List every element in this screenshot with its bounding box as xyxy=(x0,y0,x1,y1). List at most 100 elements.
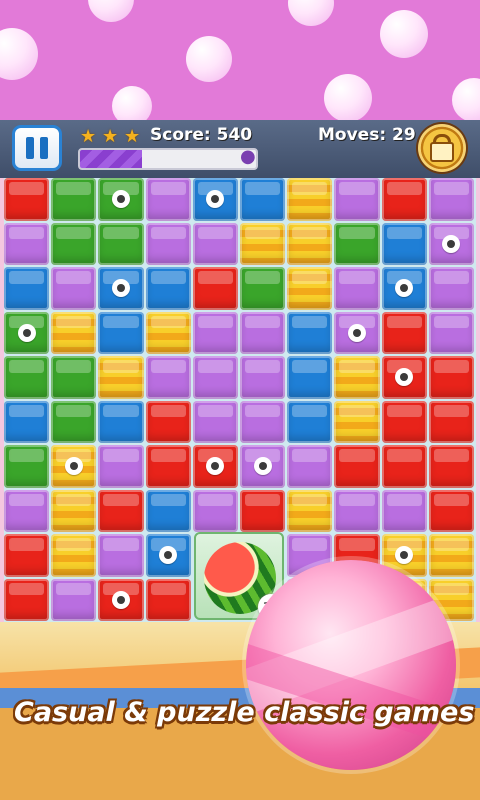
candy-tile[interactable] xyxy=(381,489,427,532)
pause-icon xyxy=(26,137,34,159)
candy-tile[interactable] xyxy=(51,356,97,399)
candy-tile[interactable] xyxy=(51,267,97,310)
candy-tile[interactable] xyxy=(428,489,474,532)
candy-tile[interactable] xyxy=(428,267,474,310)
candy-tile[interactable] xyxy=(145,178,191,221)
candy-tile[interactable] xyxy=(334,178,380,221)
candy-tile[interactable] xyxy=(4,178,50,221)
candy-tile[interactable] xyxy=(4,267,50,310)
candy-tile[interactable] xyxy=(240,445,286,488)
candy-tile[interactable] xyxy=(145,445,191,488)
candy-tile[interactable] xyxy=(428,445,474,488)
candy-tile[interactable] xyxy=(240,400,286,443)
candy-tile[interactable] xyxy=(287,267,333,310)
candy-tile[interactable] xyxy=(381,178,427,221)
candy-tile[interactable] xyxy=(381,400,427,443)
candy-tile[interactable] xyxy=(334,222,380,265)
candy-tile[interactable] xyxy=(4,489,50,532)
candy-tile[interactable] xyxy=(98,356,144,399)
candy-tile[interactable] xyxy=(428,222,474,265)
candy-tile[interactable] xyxy=(287,489,333,532)
candy-tile[interactable] xyxy=(98,578,144,621)
candy-tile[interactable] xyxy=(287,311,333,354)
candy-tile[interactable] xyxy=(381,222,427,265)
candy-eye-icon xyxy=(111,590,130,609)
candy-tile[interactable] xyxy=(240,311,286,354)
candy-tile[interactable] xyxy=(381,267,427,310)
candy-tile[interactable] xyxy=(192,356,238,399)
candy-tile[interactable] xyxy=(334,400,380,443)
candy-tile[interactable] xyxy=(145,356,191,399)
candy-tile[interactable] xyxy=(4,356,50,399)
candy-tile[interactable] xyxy=(192,178,238,221)
candy-tile[interactable] xyxy=(240,222,286,265)
lock-button[interactable] xyxy=(418,124,466,172)
candy-tile[interactable] xyxy=(51,445,97,488)
candy-tile[interactable] xyxy=(4,445,50,488)
candy-tile[interactable] xyxy=(145,267,191,310)
candy-eye-icon xyxy=(442,234,461,253)
candy-tile[interactable] xyxy=(192,222,238,265)
candy-tile[interactable] xyxy=(334,267,380,310)
candy-tile[interactable] xyxy=(428,400,474,443)
candy-tile[interactable] xyxy=(51,178,97,221)
bubble-decoration xyxy=(186,36,232,82)
candy-tile[interactable] xyxy=(145,222,191,265)
candy-tile[interactable] xyxy=(98,400,144,443)
candy-eye-icon xyxy=(395,368,414,387)
candy-tile[interactable] xyxy=(428,534,474,577)
candy-tile[interactable] xyxy=(287,178,333,221)
candy-tile[interactable] xyxy=(428,178,474,221)
star-icon: ★ xyxy=(102,126,119,147)
candy-tile[interactable] xyxy=(145,400,191,443)
candy-eye-icon xyxy=(111,190,130,209)
candy-tile[interactable] xyxy=(240,489,286,532)
candy-tile[interactable] xyxy=(51,578,97,621)
candy-tile[interactable] xyxy=(4,222,50,265)
candy-tile[interactable] xyxy=(428,356,474,399)
candy-tile[interactable] xyxy=(334,489,380,532)
candy-tile[interactable] xyxy=(192,267,238,310)
candy-tile[interactable] xyxy=(4,311,50,354)
candy-tile[interactable] xyxy=(334,356,380,399)
candy-tile[interactable] xyxy=(240,267,286,310)
candy-tile[interactable] xyxy=(145,489,191,532)
candy-tile[interactable] xyxy=(240,178,286,221)
candy-tile[interactable] xyxy=(145,311,191,354)
candy-tile[interactable] xyxy=(98,267,144,310)
candy-tile[interactable] xyxy=(192,400,238,443)
candy-tile[interactable] xyxy=(192,445,238,488)
candy-eye-icon xyxy=(17,323,36,342)
candy-tile[interactable] xyxy=(98,222,144,265)
candy-tile[interactable] xyxy=(192,311,238,354)
pause-button[interactable] xyxy=(12,125,62,171)
goal-progress-bar xyxy=(78,148,258,170)
candy-tile[interactable] xyxy=(51,400,97,443)
candy-tile[interactable] xyxy=(98,445,144,488)
candy-tile[interactable] xyxy=(381,445,427,488)
candy-tile[interactable] xyxy=(287,445,333,488)
candy-tile[interactable] xyxy=(51,534,97,577)
candy-tile[interactable] xyxy=(98,534,144,577)
candy-tile[interactable] xyxy=(98,178,144,221)
candy-tile[interactable] xyxy=(428,311,474,354)
candy-tile[interactable] xyxy=(192,489,238,532)
candy-tile[interactable] xyxy=(4,400,50,443)
candy-tile[interactable] xyxy=(287,356,333,399)
candy-tile[interactable] xyxy=(334,311,380,354)
candy-tile[interactable] xyxy=(51,222,97,265)
candy-tile[interactable] xyxy=(51,311,97,354)
candy-tile[interactable] xyxy=(287,222,333,265)
candy-tile[interactable] xyxy=(4,534,50,577)
candy-tile[interactable] xyxy=(381,356,427,399)
candy-tile[interactable] xyxy=(51,489,97,532)
candy-tile[interactable] xyxy=(287,400,333,443)
candy-tile[interactable] xyxy=(381,311,427,354)
candy-tile[interactable] xyxy=(334,445,380,488)
candy-tile[interactable] xyxy=(4,578,50,621)
candy-tile[interactable] xyxy=(240,356,286,399)
candy-tile[interactable] xyxy=(98,311,144,354)
candy-tile[interactable] xyxy=(145,534,191,577)
candy-tile[interactable] xyxy=(145,578,191,621)
candy-tile[interactable] xyxy=(98,489,144,532)
